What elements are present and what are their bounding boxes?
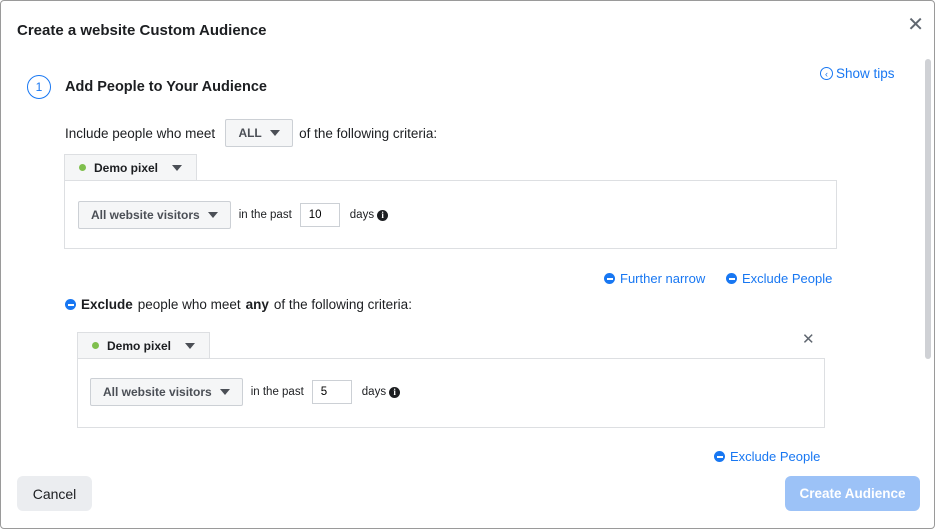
cancel-button[interactable]: Cancel (17, 476, 92, 511)
exclude-criteria-line: Exclude people who meet any of the follo… (65, 297, 412, 312)
in-the-past-label: in the past (250, 386, 304, 398)
exclude-people-link-bottom[interactable]: Exclude People (714, 449, 820, 464)
scrollbar[interactable] (925, 59, 931, 359)
include-event-dropdown[interactable]: All website visitors (78, 201, 231, 229)
exclude-rule-row: All website visitors in the past days i (90, 378, 401, 406)
show-tips-label: Show tips (836, 66, 895, 81)
include-pixel-dropdown[interactable]: Demo pixel (64, 154, 198, 180)
exclude-pixel-label: Demo pixel (107, 338, 172, 353)
exclude-pixel-dropdown[interactable]: Demo pixel (77, 332, 211, 358)
exclude-event-label: All website visitors (103, 385, 212, 399)
further-narrow-label: Further narrow (620, 271, 706, 286)
close-icon[interactable]: ✕ (907, 15, 924, 35)
exclude-label: Exclude (81, 297, 133, 312)
further-narrow-link[interactable]: Further narrow (604, 271, 705, 286)
exclude-event-dropdown[interactable]: All website visitors (90, 378, 243, 406)
remove-circle-icon (714, 451, 725, 462)
remove-circle-icon[interactable] (65, 299, 76, 310)
exclude-suffix: of the following criteria: (273, 297, 412, 312)
exclude-middle: people who meet (137, 297, 241, 312)
match-type-value: ALL (238, 126, 262, 140)
remove-exclusion-icon[interactable]: ✕ (802, 330, 815, 348)
in-the-past-label: in the past (238, 209, 292, 221)
pixel-status-dot (79, 164, 86, 171)
days-label: days (349, 209, 375, 221)
exclude-days-input[interactable] (311, 380, 352, 404)
match-type-dropdown[interactable]: ALL (225, 119, 294, 147)
caret-down-icon (219, 389, 230, 395)
dialog-header: Create a website Custom Audience ✕ (1, 1, 934, 57)
exclude-any: any (245, 297, 269, 312)
custom-audience-dialog: Create a website Custom Audience ✕ 1 Add… (0, 0, 935, 529)
caret-down-icon (172, 164, 183, 171)
include-pixel-label: Demo pixel (94, 160, 159, 175)
step-number: 1 (27, 75, 51, 99)
include-suffix: of the following criteria: (299, 125, 438, 141)
info-icon[interactable]: i (389, 386, 401, 398)
step-title: Add People to Your Audience (65, 79, 267, 95)
create-audience-button[interactable]: Create Audience (785, 476, 920, 511)
show-tips-link[interactable]: ‹ Show tips (820, 66, 895, 81)
include-prefix: Include people who meet (65, 125, 216, 141)
chevron-left-icon: ‹ (820, 67, 833, 80)
include-days-input[interactable] (299, 203, 340, 227)
remove-circle-icon (604, 273, 615, 284)
exclude-people-label: Exclude People (742, 271, 833, 286)
exclude-people-bottom-label: Exclude People (730, 449, 821, 464)
dialog-title: Create a website Custom Audience (17, 22, 267, 39)
caret-down-icon (207, 212, 218, 218)
exclude-people-link[interactable]: Exclude People (726, 271, 832, 286)
caret-down-icon (269, 130, 280, 136)
remove-circle-icon (726, 273, 737, 284)
info-icon[interactable]: i (377, 209, 389, 221)
include-criteria-line: Include people who meet ALL of the follo… (65, 119, 437, 147)
caret-down-icon (185, 342, 196, 349)
include-event-label: All website visitors (91, 208, 200, 222)
days-label: days (361, 386, 387, 398)
pixel-status-dot (92, 342, 99, 349)
include-rule-row: All website visitors in the past days i (78, 201, 389, 229)
